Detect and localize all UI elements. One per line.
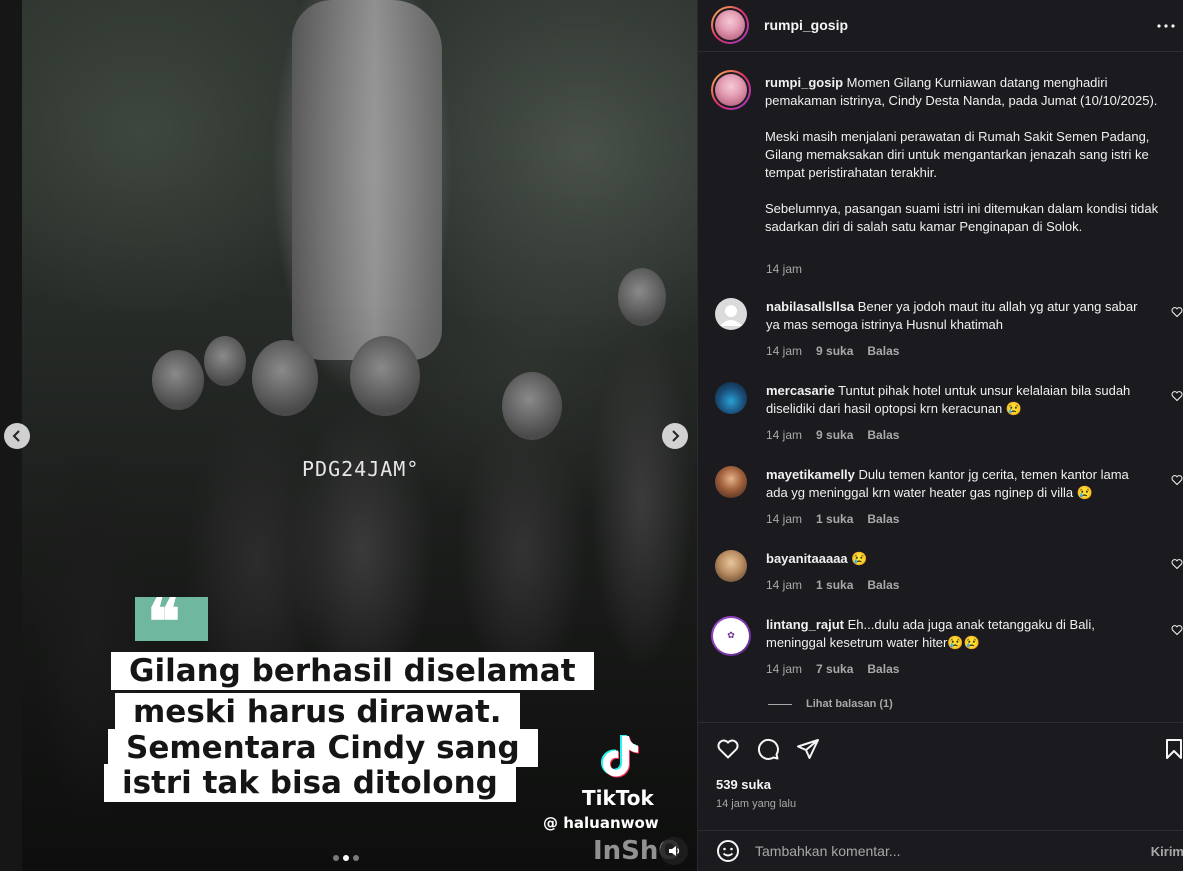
like-comment-heart-icon[interactable] xyxy=(1171,624,1183,636)
post-header: rumpi_gosip xyxy=(698,0,1183,52)
author-avatar[interactable] xyxy=(711,6,749,44)
comment-likes[interactable]: 1 suka xyxy=(816,578,853,592)
comment-meta: 14 jam 9 suka Balas xyxy=(766,344,899,358)
carousel-dot xyxy=(333,855,339,861)
comment-username[interactable]: lintang_rajut xyxy=(766,617,844,632)
video-caption-line: meski harus dirawat. xyxy=(115,693,520,731)
person-head xyxy=(350,336,420,416)
comment-likes[interactable]: 9 suka xyxy=(816,344,853,358)
chevron-left-icon xyxy=(12,430,20,442)
comment-meta: 14 jam 7 suka Balas xyxy=(766,662,899,676)
person-head xyxy=(204,336,246,386)
more-options-button[interactable] xyxy=(1154,14,1178,38)
comment-time: 14 jam xyxy=(766,578,803,592)
default-user-icon xyxy=(720,305,742,326)
comment-text: lintang_rajut Eh...dulu ada juga anak te… xyxy=(766,616,1146,652)
caption-timestamp: 14 jam xyxy=(766,262,803,276)
comment-meta: 14 jam 1 suka Balas xyxy=(766,512,899,526)
video-caption-line: Gilang berhasil diselamat xyxy=(111,652,594,690)
comment-avatar[interactable] xyxy=(715,298,747,330)
tiktok-handle: @ haluanwow xyxy=(543,814,659,832)
like-comment-heart-icon[interactable] xyxy=(1171,474,1183,486)
post-comment-button[interactable]: Kirim xyxy=(1151,844,1183,859)
mute-toggle-button[interactable] xyxy=(660,837,688,865)
add-comment-bar: Kirim xyxy=(698,830,1183,871)
caption-author-avatar[interactable] xyxy=(711,70,751,110)
post-actions: 539 suka 14 jam yang lalu xyxy=(698,722,1183,830)
news-watermark: PDG24JAM° xyxy=(302,457,420,481)
bookmark-icon[interactable] xyxy=(1162,737,1183,761)
quote-mark: ❝ xyxy=(147,585,181,658)
emoji-smiley-icon[interactable] xyxy=(716,839,740,863)
person-head xyxy=(252,340,318,416)
like-comment-heart-icon[interactable] xyxy=(1171,390,1183,402)
reply-button[interactable]: Balas xyxy=(867,662,899,676)
person-head xyxy=(502,372,562,440)
carousel-dot xyxy=(353,855,359,861)
comment-username[interactable]: mayetikamelly xyxy=(766,467,855,482)
person-head xyxy=(618,268,666,326)
caption-paragraph: Meski masih menjalani perawatan di Rumah… xyxy=(765,129,1150,180)
caption-text: rumpi_gosip Momen Gilang Kurniawan datan… xyxy=(765,74,1160,254)
view-replies-label: Lihat balasan (1) xyxy=(806,698,893,710)
comment-meta: 14 jam 9 suka Balas xyxy=(766,428,899,442)
reply-button[interactable]: Balas xyxy=(867,428,899,442)
comment-body: 😢 xyxy=(851,551,868,566)
video-caption-line: istri tak bisa ditolong xyxy=(104,764,516,802)
previous-slide-button[interactable] xyxy=(4,423,30,449)
like-count[interactable]: 539 suka xyxy=(716,777,771,792)
like-comment-heart-icon[interactable] xyxy=(1171,306,1183,318)
reply-button[interactable]: Balas xyxy=(867,512,899,526)
reply-button[interactable]: Balas xyxy=(867,344,899,358)
quote-badge: ❝ xyxy=(135,591,208,653)
person-head xyxy=(152,350,204,410)
comment-bubble-icon[interactable] xyxy=(756,737,780,761)
comment-avatar[interactable]: ✿ xyxy=(711,616,751,656)
post-media: PDG24JAM° ❝ Gilang berhasil diselamat me… xyxy=(0,0,697,871)
like-comment-heart-icon[interactable] xyxy=(1171,558,1183,570)
speaker-icon xyxy=(669,846,680,856)
author-username[interactable]: rumpi_gosip xyxy=(764,17,848,33)
comment-input[interactable] xyxy=(755,843,1095,859)
comment-time: 14 jam xyxy=(766,344,803,358)
post-side-panel: rumpi_gosip rumpi_gosip Momen Gilang Kur… xyxy=(697,0,1183,871)
reply-button[interactable]: Balas xyxy=(867,578,899,592)
share-paper-plane-icon[interactable] xyxy=(796,737,820,761)
post-timestamp: 14 jam yang lalu xyxy=(716,798,797,810)
reply-divider xyxy=(768,703,792,705)
next-slide-button[interactable] xyxy=(662,423,688,449)
comment-text: mayetikamelly Dulu temen kantor jg cerit… xyxy=(766,466,1146,502)
caption-paragraph: Sebelumnya, pasangan suami istri ini dit… xyxy=(765,201,1159,234)
tiktok-logo-icon xyxy=(601,735,639,778)
tiktok-watermark: TikTok xyxy=(582,786,654,810)
chevron-right-icon xyxy=(672,430,680,442)
like-heart-icon[interactable] xyxy=(716,737,740,761)
carousel-indicator xyxy=(333,855,359,861)
comment-text: nabilasallsllsa Bener ya jodoh maut itu … xyxy=(766,298,1146,334)
comment-likes[interactable]: 1 suka xyxy=(816,512,853,526)
comment-username[interactable]: nabilasallsllsa xyxy=(766,299,854,314)
comment-text: mercasarie Tuntut pihak hotel untuk unsu… xyxy=(766,382,1146,418)
caption-username[interactable]: rumpi_gosip xyxy=(765,75,843,90)
comment-avatar[interactable] xyxy=(715,550,747,582)
comment-meta: 14 jam 1 suka Balas xyxy=(766,578,899,592)
video-caption-line: Sementara Cindy sang xyxy=(108,729,538,767)
more-dots-icon xyxy=(1157,24,1175,28)
view-replies-button[interactable]: Lihat balasan (1) xyxy=(768,698,893,710)
comment-likes[interactable]: 7 suka xyxy=(816,662,853,676)
comment-text: bayanitaaaaa 😢 xyxy=(766,550,1146,568)
comment-avatar[interactable] xyxy=(715,382,747,414)
comment-time: 14 jam xyxy=(766,662,803,676)
comment-time: 14 jam xyxy=(766,428,803,442)
carousel-dot-active xyxy=(343,855,349,861)
comment-avatar[interactable] xyxy=(715,466,747,498)
comment-time: 14 jam xyxy=(766,512,803,526)
comment-username[interactable]: mercasarie xyxy=(766,383,835,398)
comment-likes[interactable]: 9 suka xyxy=(816,428,853,442)
comment-username[interactable]: bayanitaaaaa xyxy=(766,551,848,566)
